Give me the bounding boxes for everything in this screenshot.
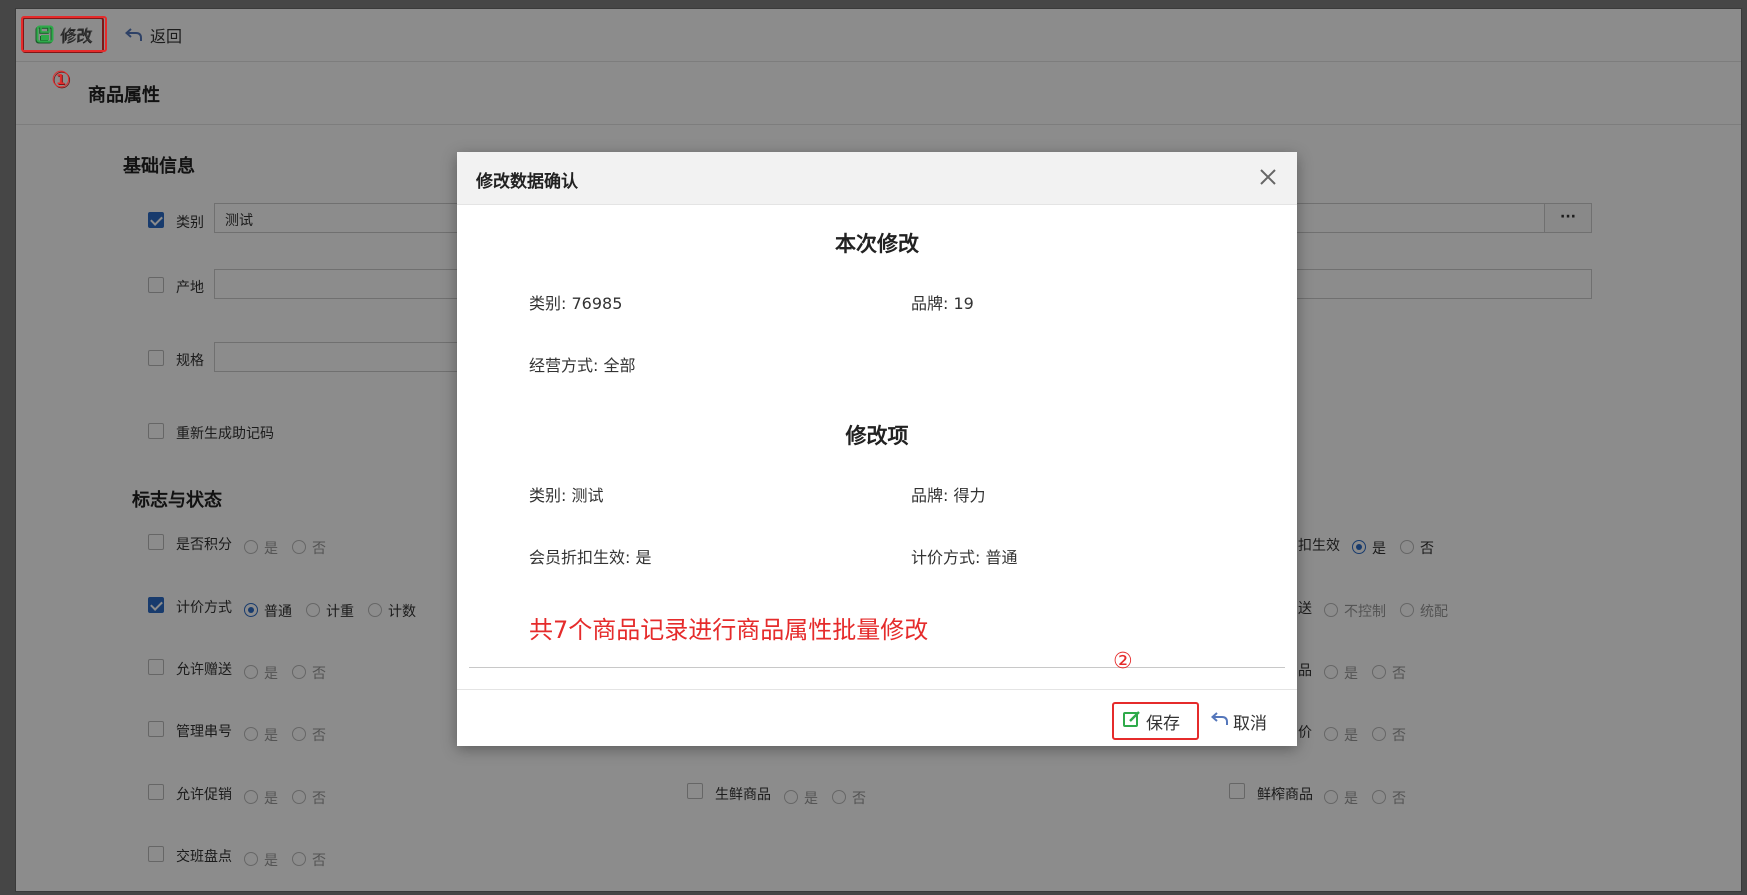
modal-footer: 保存 取消 xyxy=(457,689,1297,746)
edit-button-highlight-label: 修改 xyxy=(61,26,94,45)
save-button[interactable]: 保存 xyxy=(1112,702,1199,740)
confirm-modal: 修改数据确认 本次修改 类别: 76985 品牌: 19 经营方式: 全部 修改… xyxy=(457,152,1297,746)
batch-note: 共7个商品记录进行商品属性批量修改 xyxy=(529,616,929,644)
current-category: 类别: 76985 xyxy=(529,294,623,313)
undo-arrow-icon xyxy=(1210,711,1229,732)
change-brand: 品牌: 得力 xyxy=(911,486,986,505)
step-marker-two: ② xyxy=(1113,649,1133,674)
current-brand: 品牌: 19 xyxy=(911,294,974,313)
step-marker-one-overlay: ① xyxy=(51,68,71,93)
section-current-title: 本次修改 xyxy=(835,232,919,256)
current-business-mode: 经营方式: 全部 xyxy=(529,356,636,375)
modal-divider xyxy=(469,667,1285,668)
close-icon[interactable] xyxy=(1257,166,1279,188)
cancel-button-label: 取消 xyxy=(1233,713,1267,734)
edit-button-highlight[interactable]: 修改 xyxy=(21,16,107,52)
save-button-label: 保存 xyxy=(1146,713,1180,734)
section-changes-title: 修改项 xyxy=(845,424,909,448)
modal-header: 修改数据确认 xyxy=(457,152,1297,205)
change-pricing: 计价方式: 普通 xyxy=(911,548,1018,567)
edit-icon xyxy=(1122,709,1142,734)
modal-title: 修改数据确认 xyxy=(476,172,578,192)
change-member-discount: 会员折扣生效: 是 xyxy=(529,548,652,567)
change-category: 类别: 测试 xyxy=(529,486,604,505)
cancel-button[interactable]: 取消 xyxy=(1203,702,1275,740)
save-disk-icon xyxy=(35,24,55,44)
